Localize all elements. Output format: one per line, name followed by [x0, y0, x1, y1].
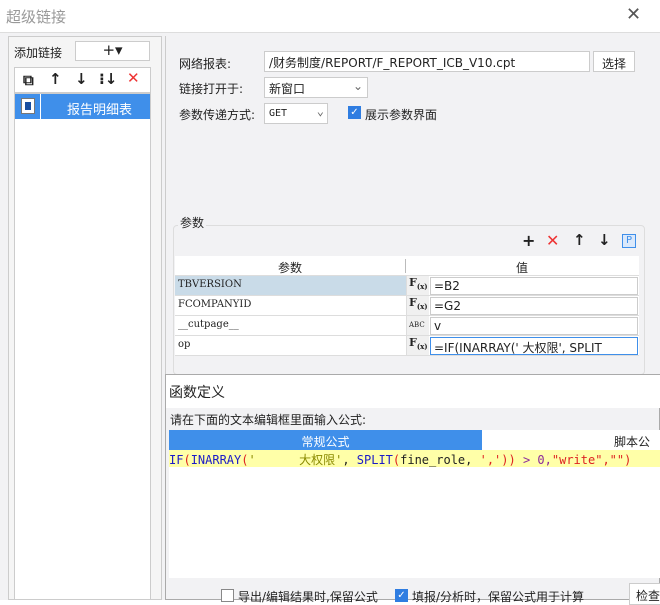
close-icon[interactable]: ✕	[626, 4, 641, 25]
function-dialog-titlebar	[166, 375, 660, 408]
select-button[interactable]: 选择	[593, 51, 635, 72]
link-toolbar: ⧉ ↑ ↓ ⁝↓ ✕	[14, 67, 151, 93]
check-button[interactable]: 检查	[629, 583, 660, 605]
param-value[interactable]: =B2	[430, 277, 638, 295]
params-header: 参数 值	[175, 256, 639, 276]
col-value-header: 值	[516, 261, 529, 275]
parameter-icon[interactable]: P	[622, 234, 636, 248]
move-down-icon[interactable]: ↓	[75, 70, 88, 88]
add-link-label: 添加链接	[14, 46, 63, 60]
formula-type-icon[interactable]: F(x)	[407, 296, 429, 315]
add-link-button[interactable]: +▾	[75, 41, 150, 61]
fill-keep-formula-label: 填报/分析时，保留公式用于计算	[412, 590, 585, 604]
param-name[interactable]: TBVERSION	[175, 276, 407, 295]
tab-normal-formula[interactable]: 常规公式	[169, 430, 482, 450]
delete-param-icon[interactable]: ✕	[546, 231, 559, 250]
method-value: GET	[269, 108, 288, 119]
param-name[interactable]: op	[175, 336, 407, 355]
show-params-label: 展示参数界面	[365, 108, 438, 122]
export-keep-formula-checkbox[interactable]	[221, 589, 234, 602]
table-row[interactable]: FCOMPANYID F(x) =G2	[175, 296, 639, 316]
function-definition-dialog: 函数定义 请在下面的文本编辑框里面输入公式: 常规公式 脚本公式 IF(INAR…	[165, 374, 660, 605]
formula-prompt: 请在下面的文本编辑框里面输入公式:	[170, 413, 367, 427]
chevron-down-icon: ⌄	[352, 79, 363, 93]
col-param-header: 参数	[278, 261, 303, 275]
table-row[interactable]: __cutpage__ ABC v	[175, 316, 639, 336]
param-value[interactable]: v	[430, 317, 638, 335]
param-value[interactable]: =G2	[430, 297, 638, 315]
open-in-value: 新窗口	[269, 82, 306, 96]
table-row[interactable]: op F(x) =IF(INARRAY(' 大权限', SPLIT	[175, 336, 639, 356]
report-label: 网络报表:	[179, 57, 232, 71]
open-in-label: 链接打开于:	[179, 82, 244, 96]
function-dialog-title: 函数定义	[169, 385, 225, 401]
open-in-select[interactable]: 新窗口 ⌄	[264, 77, 368, 98]
dialog-title: 超级链接	[6, 8, 67, 26]
fill-keep-formula-checkbox[interactable]: ✓	[395, 589, 408, 602]
move-up-icon[interactable]: ↑	[573, 231, 586, 249]
formula-type-icon[interactable]: F(x)	[407, 336, 429, 355]
move-down-icon[interactable]: ↓	[598, 231, 611, 249]
add-param-icon[interactable]: +	[522, 231, 535, 250]
string-type-icon[interactable]: ABC	[407, 316, 429, 335]
param-name[interactable]: __cutpage__	[175, 316, 407, 335]
formula-line[interactable]: IF(INARRAY(' 大权限', SPLIT(fine_role, ',')…	[169, 450, 660, 467]
export-keep-formula-label: 导出/编辑结果时,保留公式	[238, 590, 378, 604]
method-select[interactable]: GET ⌄	[264, 103, 328, 124]
link-list: 报告明细表	[14, 93, 151, 600]
show-params-checkbox[interactable]: ✓	[348, 106, 361, 119]
list-item[interactable]: 报告明细表	[15, 94, 150, 119]
copy-icon[interactable]: ⧉	[23, 71, 34, 89]
move-up-icon[interactable]: ↑	[49, 70, 62, 88]
formula-type-icon[interactable]: F(x)	[407, 276, 429, 295]
report-icon	[21, 98, 35, 114]
report-path-field[interactable]: /财务制度/REPORT/F_REPORT_ICB_V10.cpt	[264, 51, 590, 72]
params-group-label: 参数	[178, 214, 207, 231]
table-row[interactable]: TBVERSION F(x) =B2	[175, 276, 639, 296]
list-item-label: 报告明细表	[67, 103, 133, 118]
param-value[interactable]: =IF(INARRAY(' 大权限', SPLIT	[430, 337, 638, 355]
move-bottom-icon[interactable]: ⁝↓	[99, 70, 117, 88]
param-name[interactable]: FCOMPANYID	[175, 296, 407, 315]
method-label: 参数传递方式:	[179, 108, 256, 122]
delete-icon[interactable]: ✕	[127, 69, 140, 87]
chevron-down-icon: ⌄	[316, 104, 324, 118]
